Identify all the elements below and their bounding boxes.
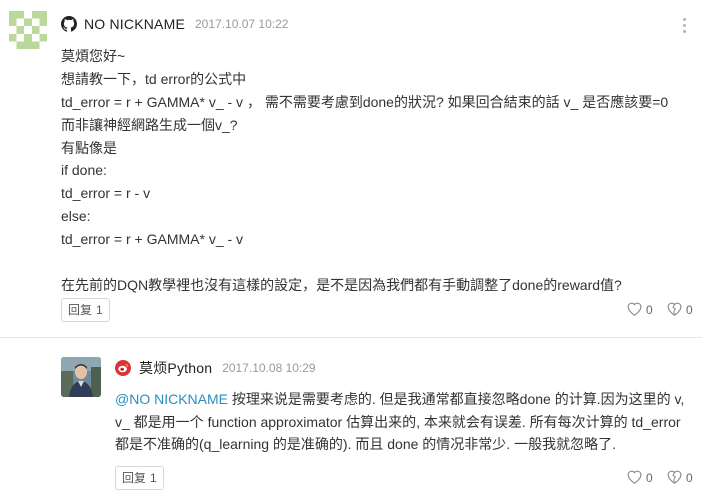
- broken-heart-icon: [666, 469, 686, 487]
- like-count: 0: [646, 303, 653, 317]
- comment-line: td_error = r - v: [61, 185, 151, 202]
- heart-icon: [626, 301, 646, 319]
- comment-line: 有點像是: [61, 139, 117, 156]
- comment-line: else:: [61, 208, 91, 225]
- comment-line: td_error = r + GAMMA* v_ - v: [61, 231, 244, 248]
- dislike-count: 0: [686, 471, 693, 485]
- reply-timestamp: 2017.10.08 10:29: [222, 361, 316, 375]
- comment-timestamp: 2017.10.07 10:22: [195, 17, 289, 31]
- heart-icon: [626, 469, 646, 487]
- reply-count: 1: [150, 471, 157, 485]
- weibo-icon: [115, 360, 131, 376]
- reply-line: 都是不准确的(q_learning 的是准确的). 而且 done 的情况非常少…: [115, 436, 616, 452]
- avatar[interactable]: [9, 11, 47, 49]
- reply-author[interactable]: 莫烦Python: [139, 358, 212, 378]
- comment-body: 莫煩您好~ 想請教一下，td error的公式中 td_error = r + …: [61, 45, 691, 297]
- comment-line: [61, 251, 691, 274]
- divider: [0, 337, 702, 338]
- comment-line: 在先前的DQN教學裡也沒有這樣的設定，是不是因為我們都有手動調整了done的re…: [61, 276, 622, 293]
- comment-line: 莫煩您好~: [61, 48, 126, 64]
- mention-link[interactable]: @NO NICKNAME: [115, 391, 228, 407]
- reply-text: 按理来说是需要考虑的. 但是我通常都直接忽略done 的计算.因为这里的 v,: [228, 391, 685, 407]
- reply-line: v_ 都是用一个 function approximator 估算出来的, 本来…: [115, 413, 681, 430]
- comment-header: NO NICKNAME 2017.10.07 10:22: [61, 15, 288, 33]
- dislike-button[interactable]: 0: [666, 301, 693, 319]
- more-vertical-icon[interactable]: [680, 16, 690, 34]
- like-button[interactable]: 0: [626, 469, 653, 487]
- reply-body: @NO NICKNAME 按理来说是需要考虑的. 但是我通常都直接忽略done …: [115, 388, 695, 456]
- reply-label: 回复: [68, 303, 93, 317]
- broken-heart-icon: [666, 301, 686, 319]
- reply-header: 莫烦Python 2017.10.08 10:29: [115, 359, 316, 377]
- github-icon: [61, 16, 77, 32]
- comment-line: td_error = r + GAMMA* v_ - v ， 需不需要考慮到do…: [61, 93, 669, 110]
- dislike-count: 0: [686, 303, 693, 317]
- reply-count: 1: [96, 303, 103, 317]
- comment-line: if done:: [61, 162, 107, 179]
- reply-button[interactable]: 回复 1: [61, 298, 110, 322]
- like-count: 0: [646, 471, 653, 485]
- reply-avatar[interactable]: [61, 357, 101, 397]
- like-button[interactable]: 0: [626, 301, 653, 319]
- comment-author[interactable]: NO NICKNAME: [84, 16, 185, 32]
- comment-line: 想請教一下，td error的公式中: [61, 70, 247, 87]
- reply-button[interactable]: 回复 1: [115, 466, 164, 490]
- dislike-button[interactable]: 0: [666, 469, 693, 487]
- reply-line: @NO NICKNAME 按理来说是需要考虑的. 但是我通常都直接忽略done …: [115, 388, 695, 411]
- reply-label: 回复: [122, 471, 147, 485]
- comment-line: 而非讓神經網路生成一個v_?: [61, 116, 238, 133]
